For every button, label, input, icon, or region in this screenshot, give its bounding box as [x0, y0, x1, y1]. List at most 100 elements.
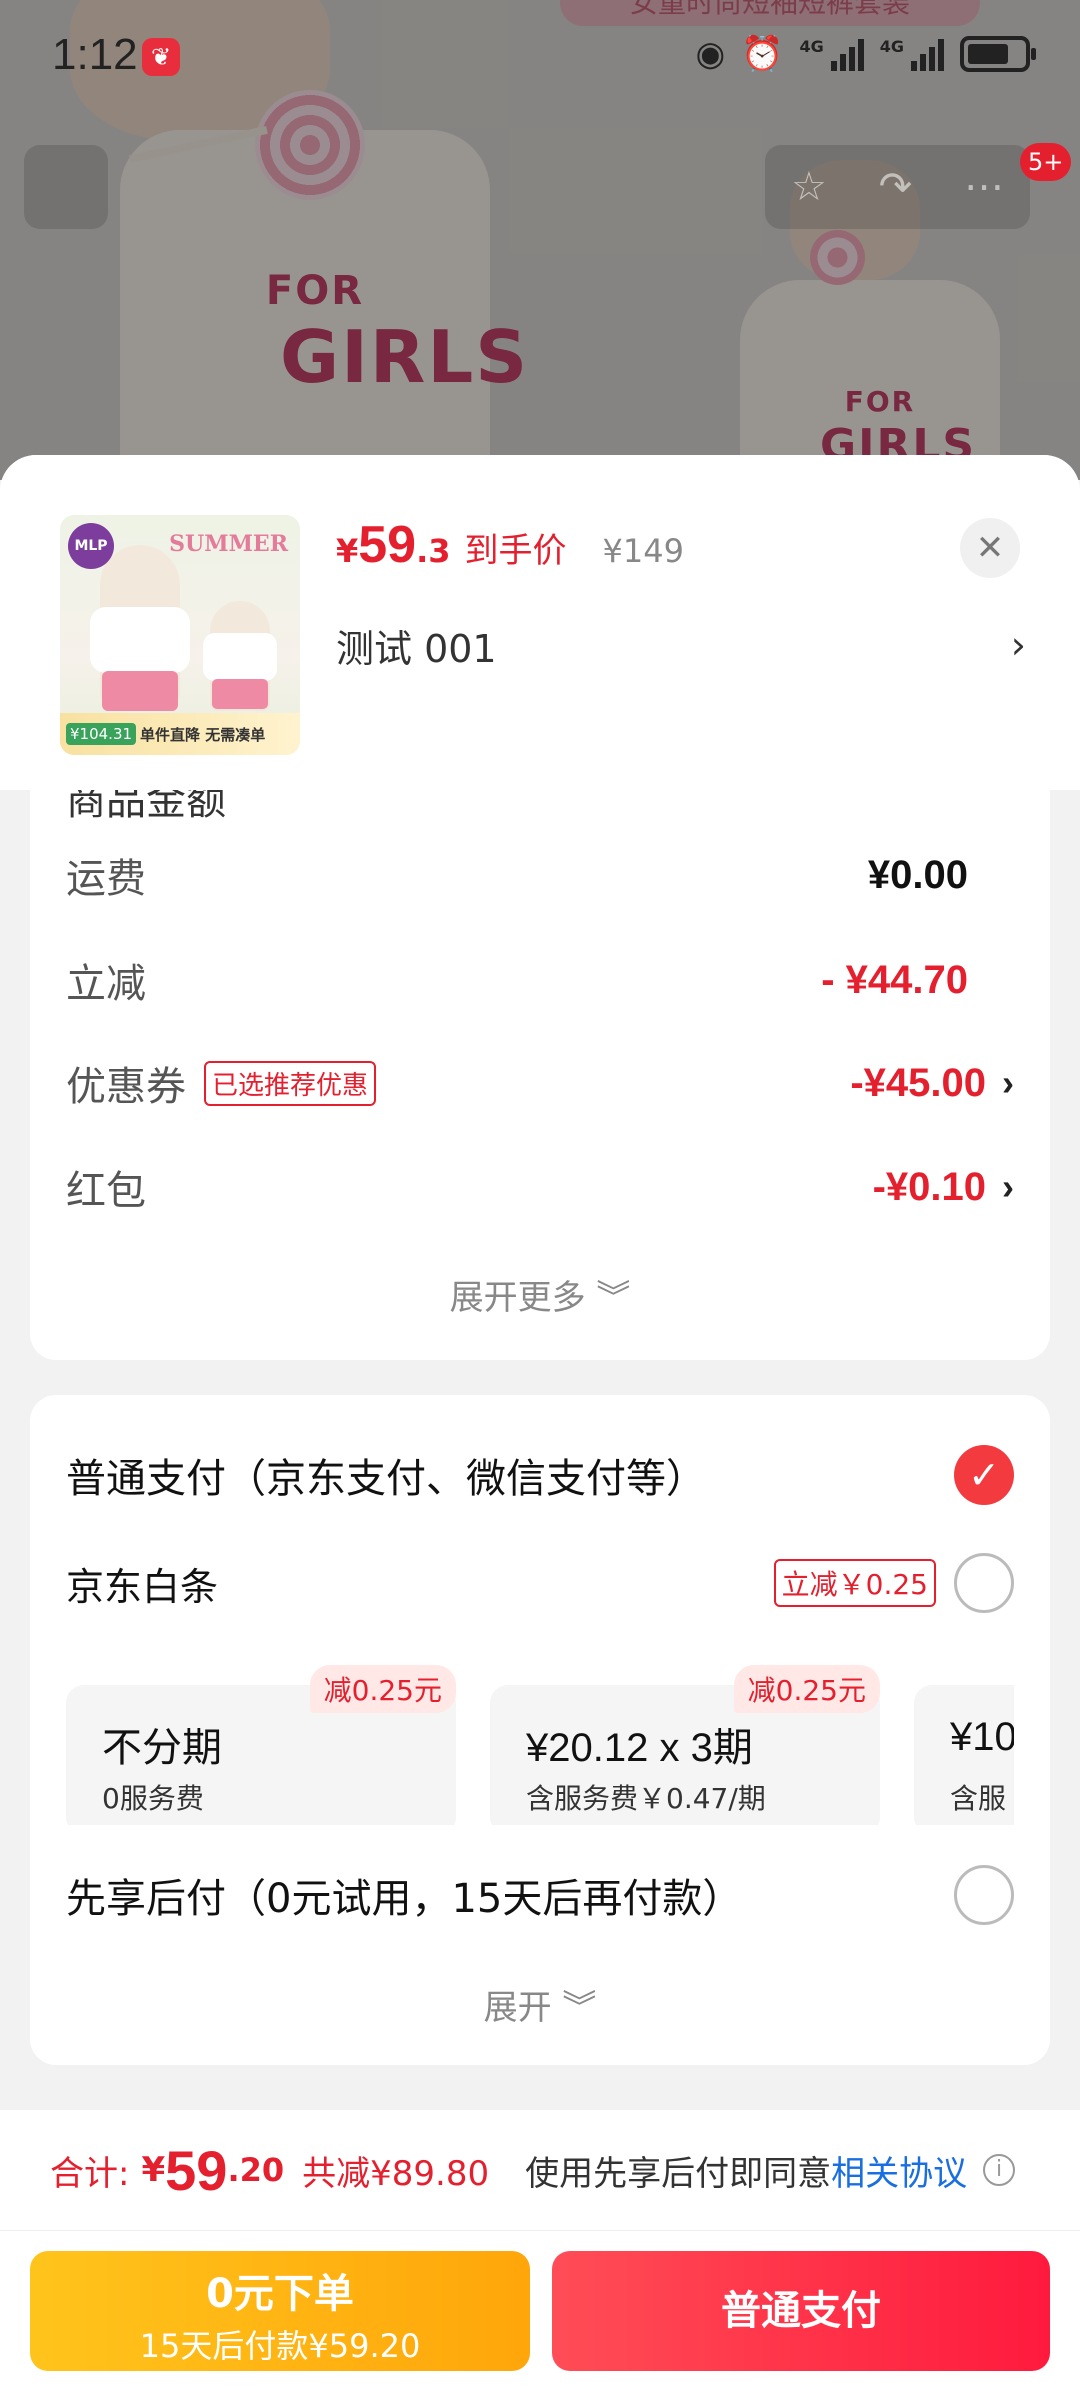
share-icon[interactable]: ↷ [879, 164, 913, 210]
total-saved: 共减¥89.80 [302, 2153, 490, 2194]
item-amount-label: 商品金额 [66, 790, 226, 824]
redpack-label: 红包 [66, 1168, 146, 1214]
zero-order-subtitle: 15天后付款¥59.20 [139, 2327, 421, 2365]
sheet-header: MLP SUMMER ¥104.31 单件直降 无需凑单 ¥ 59 .3 到手价… [0, 455, 1080, 790]
eye-icon: ◉ [695, 34, 726, 74]
sku-text: 测试 001 [336, 626, 497, 671]
zero-yuan-order-button[interactable]: 0元下单 15天后付款¥59.20 [30, 2251, 530, 2371]
product-thumbnail[interactable]: MLP SUMMER ¥104.31 单件直降 无需凑单 [60, 515, 300, 755]
close-icon: ✕ [975, 528, 1005, 568]
normal-pay-button[interactable]: 普通支付 [552, 2251, 1050, 2371]
price-decimal: .3 [416, 532, 451, 570]
plan-title: 不分期 [102, 1726, 222, 1770]
shipping-row: 运费 ¥0.00 [66, 840, 1014, 910]
radio-unchecked-icon[interactable] [954, 1553, 1014, 1613]
shipping-value: ¥0.00 [867, 852, 968, 897]
plan-option[interactable]: ¥10 含服 [914, 1685, 1014, 1825]
signal-icon: 4G [799, 37, 864, 71]
back-button[interactable] [24, 145, 108, 229]
thumb-promo-text: 单件直降 无需凑单 [140, 725, 266, 744]
thumb-summer-text: SUMMER [169, 531, 288, 557]
thumb-shorts [102, 671, 178, 711]
redpack-value-wrap: -¥0.10 › [873, 1165, 1014, 1210]
chevron-right-icon: › [1002, 1166, 1014, 1207]
checkout-sheet: MLP SUMMER ¥104.31 单件直降 无需凑单 ¥ 59 .3 到手价… [0, 455, 1080, 2400]
pay-later-option[interactable]: 先享后付（0元试用，15天后再付款） [66, 1855, 1014, 1935]
sku-selector[interactable]: 测试 001 › [336, 615, 1026, 675]
payment-method-card: 普通支付（京东支付、微信支付等） ✓ 京东白条 立减￥0.25 减0.25元 不… [30, 1395, 1050, 2065]
price-row: ¥ 59 .3 到手价 ¥149 [336, 515, 684, 575]
baitiao-right: 立减￥0.25 [773, 1553, 1014, 1613]
alarm-icon: ⏰ [741, 34, 784, 74]
discount-row: 立减 - ¥44.70 [66, 945, 1014, 1015]
jd-app-icon: ❦ [142, 38, 180, 76]
normal-pay-option[interactable]: 普通支付（京东支付、微信支付等） ✓ [66, 1435, 1014, 1515]
status-time: 1:12 [52, 30, 138, 79]
expand-more-button[interactable]: 展开更多 ︾ [30, 1270, 1050, 1319]
baitiao-discount-tag: 立减￥0.25 [773, 1559, 936, 1607]
signal-icon-2: 4G [880, 37, 944, 71]
checkmark-icon[interactable]: ✓ [954, 1445, 1014, 1505]
total-decimal: .20 [227, 2151, 285, 2189]
plan-discount-badge: 减0.25元 [733, 1665, 880, 1713]
expand-button[interactable]: 展开 ︾ [30, 1980, 1050, 2029]
thumb-promo-price: ¥104.31 [66, 723, 137, 745]
plan-title: ¥10 [950, 1715, 1014, 1759]
discount-label: 立减 [66, 961, 146, 1007]
plan-fee: 含服务费￥0.47/期 [526, 1782, 766, 1815]
total-bar: 合计: ¥ 59 .20 共减¥89.80 使用先享后付即同意 相关协议 i [0, 2110, 1080, 2230]
battery-icon [960, 36, 1036, 72]
coupon-value-wrap: -¥45.00 › [850, 1061, 1014, 1106]
coupon-label: 优惠券 [66, 1064, 186, 1110]
coupon-value: -¥45.00 [850, 1060, 986, 1105]
fee-details-card: 商品金额 运费 ¥0.00 立减 - ¥44.70 优惠券 已选推荐优惠 -¥4… [30, 790, 1050, 1360]
coupon-recommend-tag: 已选推荐优惠 [204, 1060, 377, 1106]
thumb-promo-strip: ¥104.31 单件直降 无需凑单 [60, 713, 300, 755]
redpack-value: -¥0.10 [872, 1164, 986, 1209]
plan-title: ¥20.12 x 3期 [526, 1726, 753, 1770]
total-integer: 59 [165, 2138, 228, 2202]
installment-plans: 减0.25元 不分期 0服务费 减0.25元 ¥20.12 x 3期 含服务费￥… [66, 1665, 1014, 1825]
coupon-label-wrap: 优惠券 已选推荐优惠 [66, 1054, 377, 1112]
status-bar: 1:12 ❦ ◉ ⏰ 4G 4G [0, 0, 1080, 110]
plan-option[interactable]: 减0.25元 不分期 0服务费 [66, 1665, 456, 1825]
plan-discount-badge: 减0.25元 [309, 1665, 456, 1713]
thumb-shirt-2 [203, 633, 277, 681]
total-symbol: ¥ [141, 2150, 166, 2190]
original-price: ¥149 [602, 532, 684, 570]
more-icon[interactable]: ⋯ [964, 164, 1004, 210]
baitiao-label: 京东白条 [66, 1564, 219, 1609]
top-actions: ☆ ↷ ⋯ [765, 145, 1030, 229]
signal-label-2: 4G [879, 37, 904, 56]
discount-amount: - ¥44.70 [821, 957, 968, 1002]
shipping-label: 运费 [66, 856, 146, 902]
plan-fee: 0服务费 [102, 1782, 204, 1815]
message-badge: 5+ [1020, 143, 1072, 181]
chevron-right-icon: › [1002, 1062, 1014, 1103]
baitiao-option[interactable]: 京东白条 立减￥0.25 [66, 1543, 1014, 1623]
thumb-shorts-2 [212, 679, 268, 709]
chevron-right-icon: › [1010, 623, 1026, 667]
radio-unchecked-icon[interactable] [954, 1865, 1014, 1925]
status-icons: ◉ ⏰ 4G 4G [695, 34, 1036, 74]
total-label: 合计: [50, 2153, 130, 2194]
discount-value: - ¥44.70 [821, 958, 1014, 1003]
coupon-row[interactable]: 优惠券 已选推荐优惠 -¥45.00 › [66, 1048, 1014, 1118]
normal-pay-label: 普通支付（京东支付、微信支付等） [66, 1456, 706, 1502]
close-button[interactable]: ✕ [960, 518, 1020, 578]
action-bar: 0元下单 15天后付款¥59.20 普通支付 [0, 2230, 1080, 2400]
plan-fee: 含服 [950, 1782, 1007, 1815]
info-icon[interactable]: i [983, 2154, 1016, 2186]
star-icon[interactable]: ☆ [791, 164, 827, 210]
thumb-shirt [90, 607, 190, 673]
pay-later-label: 先享后付（0元试用，15天后再付款） [66, 1876, 743, 1922]
price-integer: 59 [358, 516, 417, 574]
signal-label: 4G [799, 37, 824, 56]
final-price-label: 到手价 [464, 531, 567, 571]
plan-option[interactable]: 减0.25元 ¥20.12 x 3期 含服务费￥0.47/期 [490, 1665, 880, 1825]
redpack-row[interactable]: 红包 -¥0.10 › [66, 1152, 1014, 1222]
zero-order-title: 0元下单 [206, 2271, 354, 2317]
price-symbol: ¥ [336, 532, 359, 570]
agreement-text: 使用先享后付即同意 [525, 2153, 832, 2194]
agreement-link[interactable]: 相关协议 [831, 2146, 967, 2195]
